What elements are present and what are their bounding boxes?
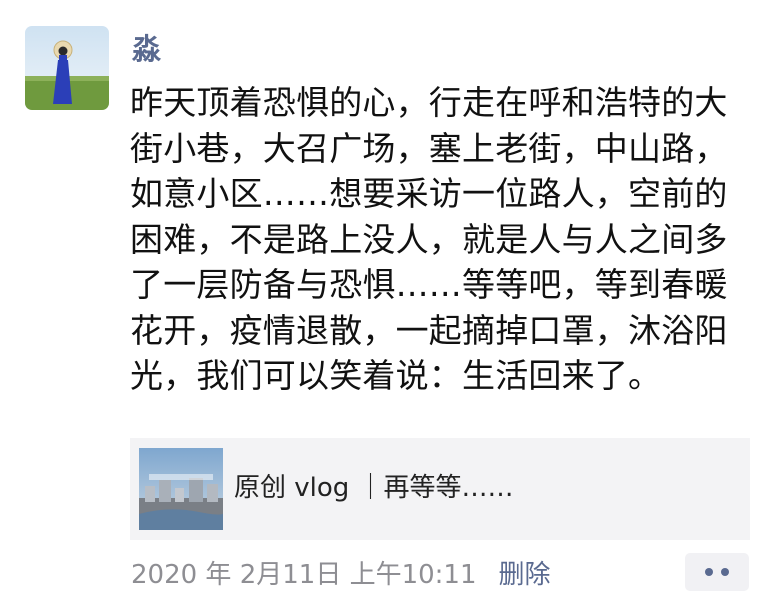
moments-post: 淼 昨天顶着恐惧的心，行走在呼和浩特的大街小巷，大召广场，塞上老街，中山路，如意… bbox=[0, 0, 780, 608]
delete-button[interactable]: 删除 bbox=[499, 554, 551, 591]
video-thumbnail bbox=[139, 448, 223, 530]
avatar-image bbox=[25, 26, 109, 110]
more-dots-icon bbox=[721, 568, 729, 576]
username[interactable]: 淼 bbox=[132, 30, 161, 68]
more-actions-button[interactable] bbox=[685, 553, 749, 591]
post-timestamp: 2020 年 2月11日 上午10:11 bbox=[131, 559, 477, 590]
more-dots-icon bbox=[705, 568, 713, 576]
shared-link-card[interactable]: 原创 vlog ｜再等等…… bbox=[130, 438, 750, 540]
link-card-title: 原创 vlog ｜再等等…… bbox=[234, 473, 514, 503]
avatar[interactable] bbox=[25, 26, 109, 110]
post-meta: 2020 年 2月11日 上午10:11 删除 bbox=[131, 552, 551, 592]
post-text: 昨天顶着恐惧的心，行走在呼和浩特的大街小巷，大召广场，塞上老街，中山路，如意小区… bbox=[130, 83, 728, 395]
